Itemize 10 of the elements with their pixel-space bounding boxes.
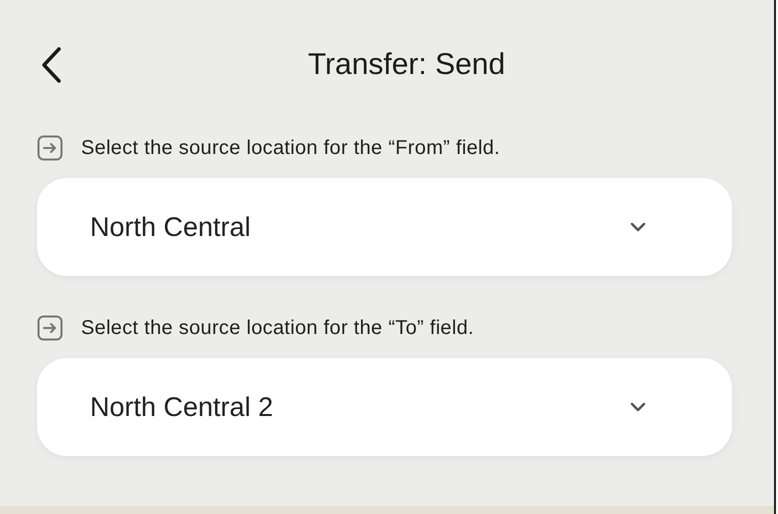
field-hint: Select the source location for the “From” field. xyxy=(81,136,500,160)
field-hint: Select the source location for the “To” field. xyxy=(81,316,474,340)
screen-title: Transfer: Send xyxy=(306,48,506,82)
chevron-down-icon xyxy=(630,402,646,412)
back-icon xyxy=(40,46,62,84)
location-dropdown[interactable]: North Central xyxy=(37,178,732,276)
location-dropdown[interactable]: North Central 2 xyxy=(37,358,732,456)
arrow-box-icon xyxy=(37,315,63,341)
arrow-box-icon xyxy=(37,135,63,161)
chevron-down-icon xyxy=(630,222,646,232)
